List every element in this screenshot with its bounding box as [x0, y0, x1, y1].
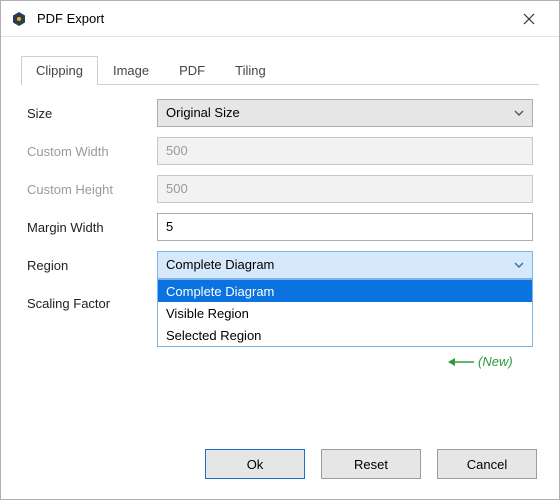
tab-image[interactable]: Image — [98, 56, 164, 85]
margin-width-value: 5 — [166, 214, 173, 240]
tab-label: Tiling — [235, 63, 266, 78]
custom-width-input: 500 — [157, 137, 533, 165]
cancel-button[interactable]: Cancel — [437, 449, 537, 479]
button-bar: Ok Reset Cancel — [1, 433, 559, 499]
region-option[interactable]: Complete Diagram — [158, 280, 532, 302]
close-icon — [523, 13, 535, 25]
close-button[interactable] — [507, 4, 551, 34]
margin-width-label: Margin Width — [27, 220, 157, 235]
custom-height-input: 500 — [157, 175, 533, 203]
region-label: Region — [27, 258, 157, 273]
size-select[interactable]: Original Size — [157, 99, 533, 127]
region-option[interactable]: Visible Region — [158, 302, 532, 324]
scaling-factor-label: Scaling Factor — [27, 296, 157, 311]
region-option[interactable]: Selected Region — [158, 324, 532, 346]
option-label: Visible Region — [166, 306, 249, 321]
region-dropdown: Complete Diagram Visible Region Selected… — [157, 279, 533, 347]
custom-width-label: Custom Width — [27, 144, 157, 159]
tab-label: Image — [113, 63, 149, 78]
option-label: Complete Diagram — [166, 284, 274, 299]
size-label: Size — [27, 106, 157, 121]
chevron-down-icon — [514, 110, 524, 116]
reset-button[interactable]: Reset — [321, 449, 421, 479]
new-annotation: (New) — [448, 354, 513, 369]
tab-pdf[interactable]: PDF — [164, 56, 220, 85]
ok-button[interactable]: Ok — [205, 449, 305, 479]
titlebar: PDF Export — [1, 1, 559, 37]
app-icon — [11, 11, 27, 27]
window-title: PDF Export — [37, 11, 104, 26]
region-value: Complete Diagram — [166, 252, 274, 278]
region-select[interactable]: Complete Diagram — [157, 251, 533, 279]
size-value: Original Size — [166, 100, 240, 126]
button-label: Cancel — [467, 457, 507, 472]
button-label: Ok — [247, 457, 264, 472]
custom-width-value: 500 — [166, 138, 188, 164]
margin-width-input[interactable]: 5 — [157, 213, 533, 241]
tab-tiling[interactable]: Tiling — [220, 56, 281, 85]
tab-clipping[interactable]: Clipping — [21, 56, 98, 85]
chevron-down-icon — [514, 262, 524, 268]
tab-label: Clipping — [36, 63, 83, 78]
arrow-icon — [448, 356, 474, 368]
tab-label: PDF — [179, 63, 205, 78]
custom-height-label: Custom Height — [27, 182, 157, 197]
tabstrip: Clipping Image PDF Tiling — [21, 55, 539, 85]
button-label: Reset — [354, 457, 388, 472]
custom-height-value: 500 — [166, 176, 188, 202]
annotation-text: (New) — [478, 354, 513, 369]
option-label: Selected Region — [166, 328, 261, 343]
